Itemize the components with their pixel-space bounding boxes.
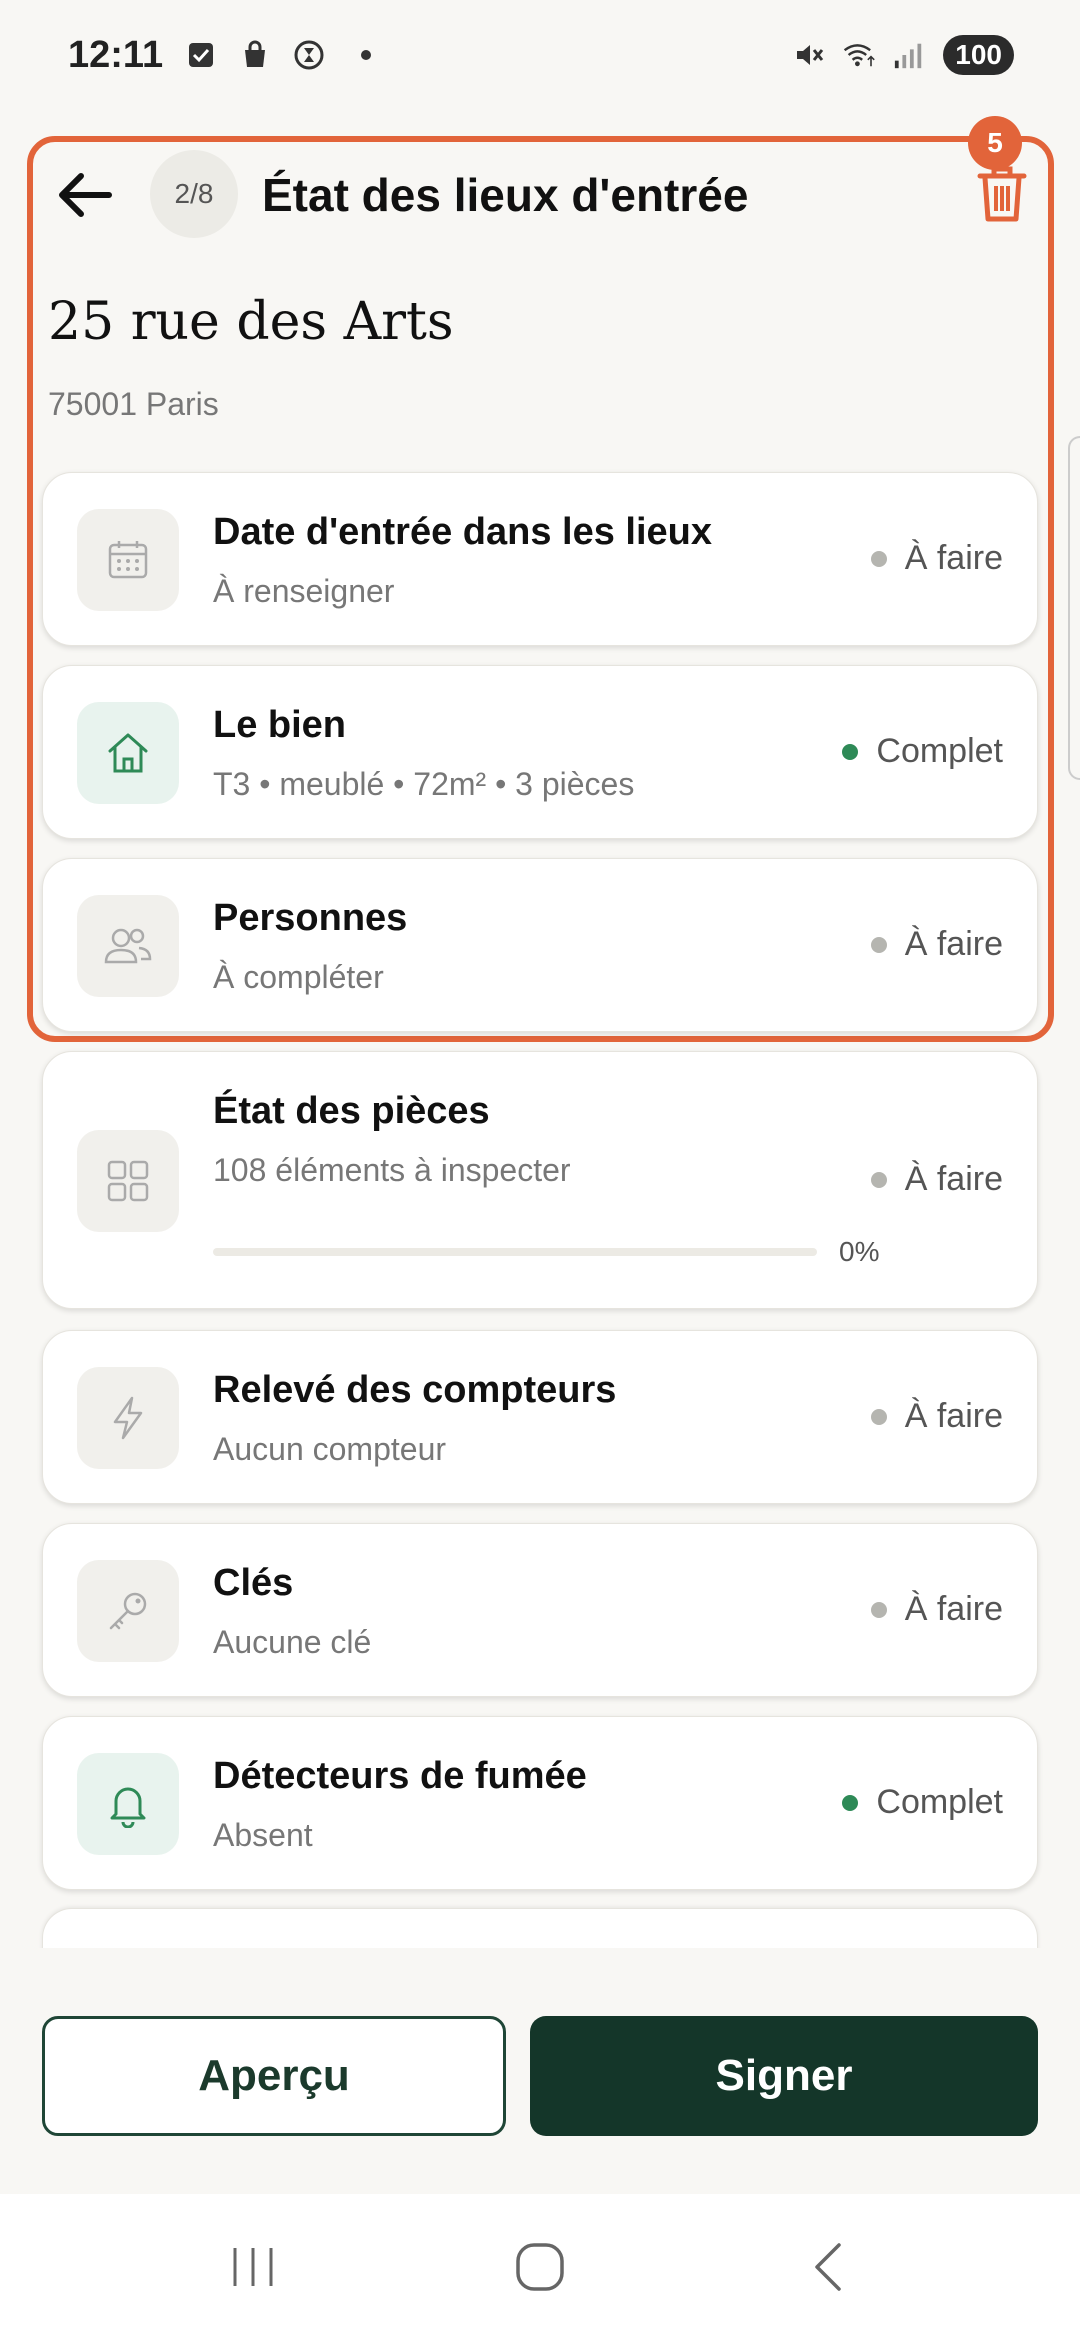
lightning-icon	[77, 1367, 179, 1469]
section-subtitle: Absent	[213, 1817, 313, 1853]
section-card-smoke-detectors[interactable]: Détecteurs de fumée Absent Complet	[42, 1716, 1038, 1890]
page-title: État des lieux d'entrée	[262, 169, 749, 221]
sign-button[interactable]: Signer	[530, 2016, 1038, 2136]
shopping-bag-icon	[239, 39, 271, 71]
people-icon	[77, 895, 179, 997]
status-dot	[870, 1601, 887, 1618]
section-title: Relevé des compteurs	[213, 1369, 617, 1411]
arrow-left-icon	[59, 173, 112, 217]
section-title: Date d'entrée dans les lieux	[213, 511, 713, 553]
section-title: Clés	[213, 1562, 294, 1604]
status-dot	[870, 550, 887, 567]
system-nav-bar	[0, 2194, 1080, 2340]
preview-button[interactable]: Aperçu	[42, 2016, 506, 2136]
calendar-icon	[77, 509, 179, 611]
section-title: Le bien	[213, 704, 347, 746]
recent-apps-button[interactable]	[208, 2222, 298, 2312]
mute-icon	[793, 39, 825, 71]
status-badge: Complet	[842, 1783, 1003, 1822]
status-dot	[842, 1794, 859, 1811]
section-subtitle: Aucun compteur	[213, 1431, 447, 1467]
notification-badge: 5	[968, 116, 1022, 170]
address-street: 25 rue des Arts	[48, 292, 454, 352]
home-icon	[516, 2243, 564, 2291]
home-button[interactable]	[495, 2222, 585, 2312]
section-card-entry-date[interactable]: Date d'entrée dans les lieux À renseigne…	[42, 472, 1038, 646]
recent-apps-icon	[233, 2248, 273, 2286]
section-card-people[interactable]: Personnes À compléter À faire	[42, 858, 1038, 1032]
hourglass-icon	[293, 39, 325, 71]
address-city: 75001 Paris	[48, 386, 219, 422]
back-button[interactable]	[54, 164, 116, 226]
section-subtitle: À compléter	[213, 959, 384, 995]
back-nav-button[interactable]	[782, 2222, 872, 2312]
battery-indicator: 100	[943, 35, 1014, 75]
status-time: 12:11	[68, 33, 164, 76]
status-badge: À faire	[870, 539, 1003, 578]
section-subtitle: À renseigner	[213, 573, 395, 609]
progress-label: 0%	[839, 1236, 880, 1267]
section-title: Personnes	[213, 897, 408, 939]
section-title: État des pièces	[213, 1090, 490, 1132]
status-dot	[842, 743, 859, 760]
delete-button[interactable]	[976, 164, 1028, 224]
house-icon	[77, 702, 179, 804]
trash-icon	[977, 166, 1027, 222]
chevron-left-icon	[814, 2243, 841, 2291]
status-badge: À faire	[870, 1160, 1003, 1199]
status-bar: 12:11 100	[0, 0, 1080, 110]
section-card-meters[interactable]: Relevé des compteurs Aucun compteur À fa…	[42, 1330, 1038, 1504]
status-badge: À faire	[870, 1397, 1003, 1436]
section-card-property[interactable]: Le bien T3 • meublé • 72m² • 3 pièces Co…	[42, 665, 1038, 839]
section-card-keys[interactable]: Clés Aucune clé À faire	[42, 1523, 1038, 1697]
signal-icon	[893, 39, 925, 71]
notification-dot	[361, 50, 372, 60]
key-icon	[77, 1560, 179, 1662]
section-subtitle: 108 éléments à inspecter	[213, 1152, 571, 1188]
scroll-handle[interactable]	[1068, 436, 1080, 780]
section-subtitle: T3 • meublé • 72m² • 3 pièces	[213, 766, 635, 802]
wifi-icon	[843, 39, 876, 71]
section-card-rooms[interactable]: État des pièces 108 éléments à inspecter…	[42, 1051, 1038, 1309]
step-indicator: 2/8	[150, 150, 238, 238]
section-subtitle: Aucune clé	[213, 1624, 372, 1660]
status-badge: Complet	[842, 732, 1003, 771]
grid-icon	[77, 1130, 179, 1232]
checkbox-icon	[185, 39, 217, 71]
status-badge: À faire	[870, 1590, 1003, 1629]
status-dot	[870, 936, 887, 953]
bell-icon	[77, 1753, 179, 1855]
status-badge: À faire	[870, 925, 1003, 964]
section-title: Détecteurs de fumée	[213, 1755, 587, 1797]
status-dot	[870, 1408, 887, 1425]
progress-bar	[213, 1248, 817, 1256]
status-dot	[870, 1171, 887, 1188]
